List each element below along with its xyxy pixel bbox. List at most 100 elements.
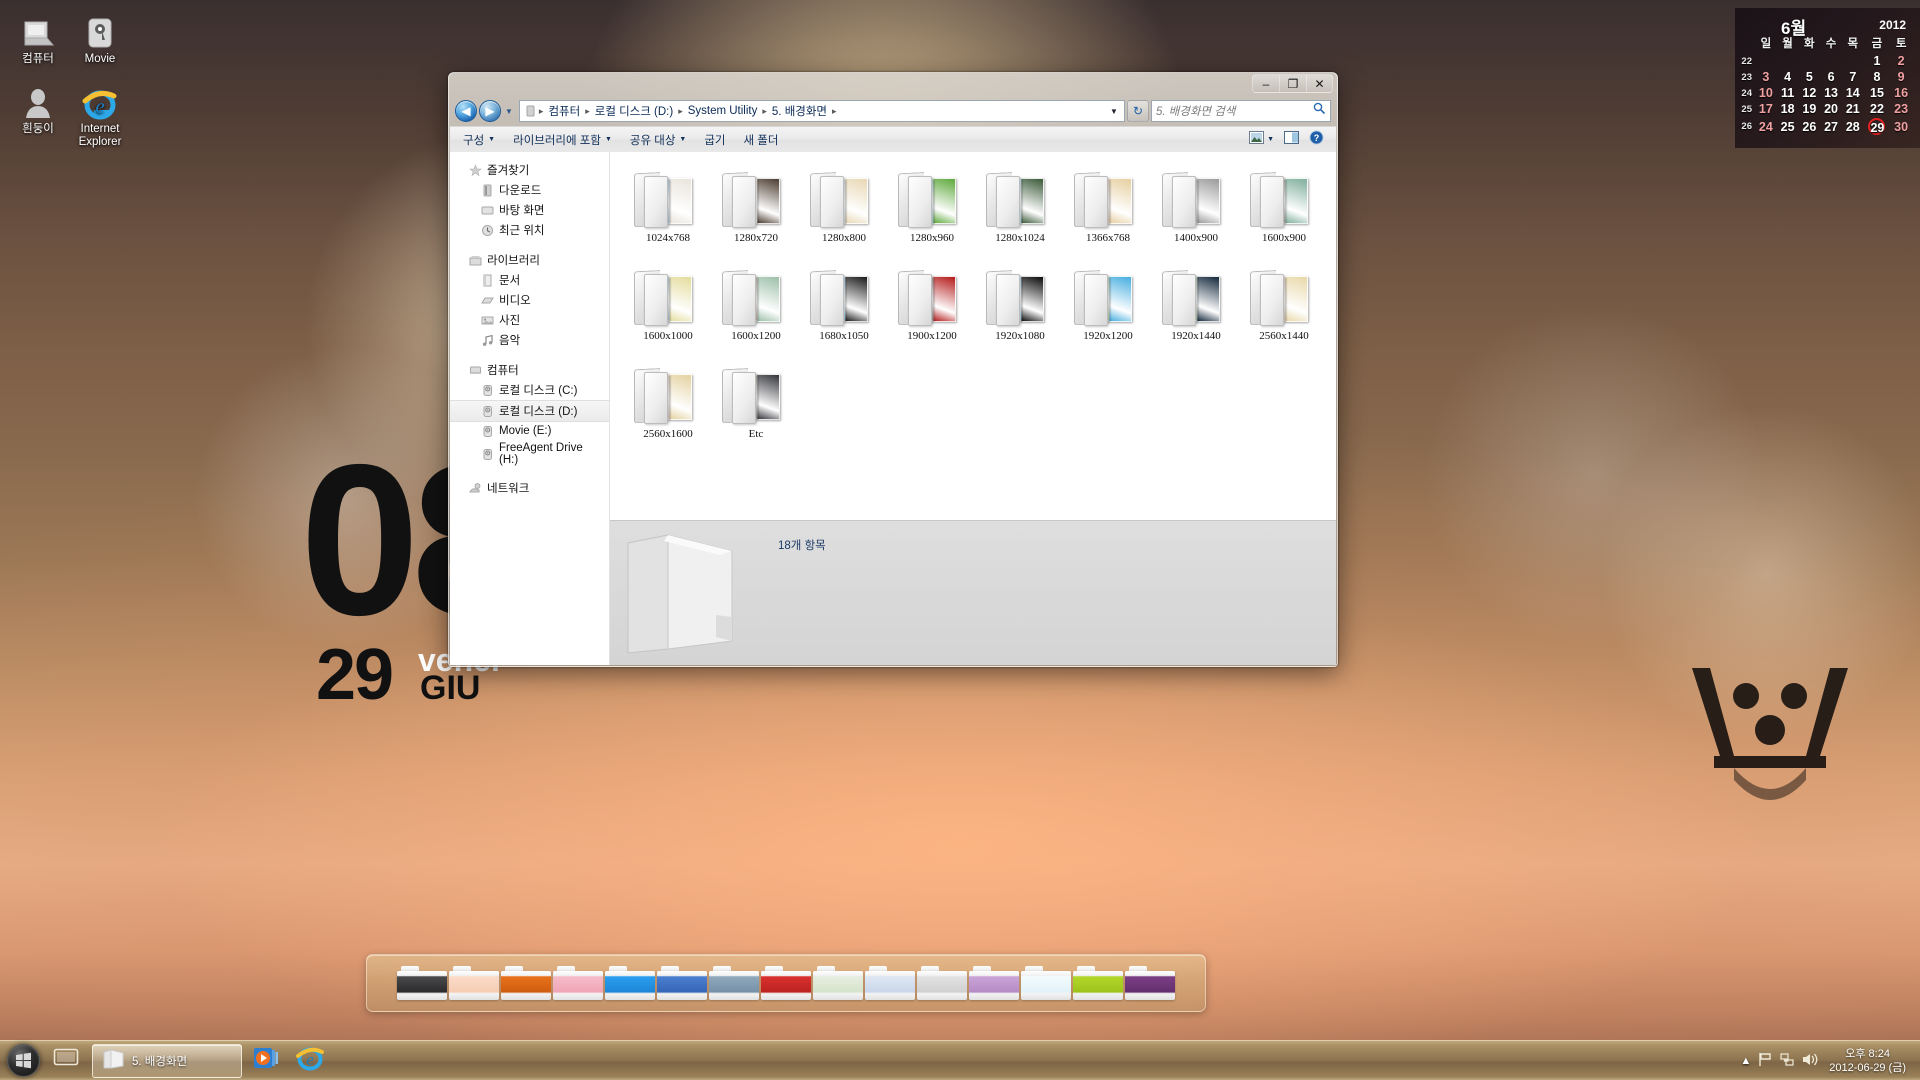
calendar-day-cell[interactable]	[1798, 53, 1820, 69]
explorer-window[interactable]: – ❐ ✕ ◀ ▶ ▼ ▸ 컴퓨터 ▸ 로컬 디스크 (D:) ▸ System…	[448, 72, 1338, 667]
dock-folder-icon[interactable]	[917, 966, 967, 1000]
file-item[interactable]: 1680x1050	[800, 262, 888, 358]
nav-group-header-라이브러리[interactable]: 라이브러리	[450, 250, 609, 270]
change-view-button[interactable]: ▼	[1245, 129, 1278, 151]
dock-folder-icon[interactable]	[1125, 966, 1175, 1000]
help-button[interactable]: ?	[1305, 128, 1328, 152]
breadcrumb-item[interactable]: 컴퓨터 ▸	[544, 102, 590, 120]
calendar-day-cell[interactable]: 28	[1842, 117, 1864, 136]
desktop-icon-movie[interactable]: Movie	[62, 8, 138, 66]
navigation-pane[interactable]: 즐겨찾기 다운로드 바탕 화면 최근 위치 라이브러리 문서 비디오 사진 음악 컴퓨터 로컬 디스…	[450, 152, 610, 665]
calendar-day-cell[interactable]: 16	[1890, 85, 1912, 101]
file-item[interactable]: 2560x1600	[624, 360, 712, 456]
close-button[interactable]: ✕	[1306, 74, 1333, 93]
dock-folder-icon[interactable]	[657, 966, 707, 1000]
calendar-day-cell[interactable]: 29	[1864, 117, 1891, 136]
nav-group-header-네트워크[interactable]: 네트워크	[450, 478, 609, 498]
start-button[interactable]	[0, 1042, 46, 1080]
calendar-day-cell[interactable]: 18	[1777, 101, 1799, 117]
file-item[interactable]: 1366x768	[1064, 164, 1152, 260]
toolbar-organize-button[interactable]: 구성 ▼	[454, 129, 504, 151]
file-item[interactable]: 1600x900	[1240, 164, 1328, 260]
taskbar-task-explorer[interactable]: 5. 배경화면	[92, 1043, 242, 1078]
file-item[interactable]: 1920x1080	[976, 262, 1064, 358]
file-item[interactable]: 1400x900	[1152, 164, 1240, 260]
toolbar-share-with-button[interactable]: 공유 대상 ▼	[621, 129, 695, 151]
calendar-day-cell[interactable]: 14	[1842, 85, 1864, 101]
file-item[interactable]: Etc	[712, 360, 800, 456]
file-item[interactable]: 1024x768	[624, 164, 712, 260]
volume-icon[interactable]	[1802, 1052, 1818, 1070]
calendar-day-cell[interactable]: 22	[1864, 101, 1891, 117]
address-bar[interactable]: ▸ 컴퓨터 ▸ 로컬 디스크 (D:) ▸ System Utility ▸ 5…	[518, 100, 1125, 122]
breadcrumb-item[interactable]: 5. 배경화면 ▸	[768, 102, 838, 120]
maximize-button[interactable]: ❐	[1279, 74, 1306, 93]
calendar-day-cell[interactable]	[1755, 53, 1777, 69]
network-icon[interactable]	[1780, 1052, 1795, 1070]
calendar-day-cell[interactable]: 1	[1864, 53, 1891, 69]
dock-folder-icon[interactable]	[501, 966, 551, 1000]
dock-folder-icon[interactable]	[969, 966, 1019, 1000]
show-hidden-icons-chevron-up-icon[interactable]: ▲	[1740, 1055, 1751, 1067]
nav-item-로컬 디스크 (C:)[interactable]: 로컬 디스크 (C:)	[450, 380, 609, 400]
calendar-day-cell[interactable]: 12	[1798, 85, 1820, 101]
recent-pages-chevron-down-icon[interactable]: ▼	[505, 107, 513, 116]
nav-group-header-즐겨찾기[interactable]: 즐겨찾기	[450, 160, 609, 180]
calendar-day-cell[interactable]: 11	[1777, 85, 1799, 101]
nav-item-Movie (E:)[interactable]: Movie (E:)	[450, 422, 609, 440]
content-pane[interactable]: 1024x768 1280x720 1280x800 1280x960 1280x102…	[610, 152, 1336, 665]
file-item[interactable]: 1920x1440	[1152, 262, 1240, 358]
file-item[interactable]: 1280x960	[888, 164, 976, 260]
calendar-day-cell[interactable]: 8	[1864, 69, 1891, 85]
calendar-day-cell[interactable]	[1820, 53, 1842, 69]
folder-dock[interactable]	[366, 954, 1206, 1012]
toolbar-burn-button[interactable]: 굽기	[695, 129, 734, 151]
nav-item-비디오[interactable]: 비디오	[450, 290, 609, 310]
nav-item-다운로드[interactable]: 다운로드	[450, 180, 609, 200]
nav-item-문서[interactable]: 문서	[450, 270, 609, 290]
breadcrumb-item[interactable]: 로컬 디스크 (D:) ▸	[591, 102, 684, 120]
taskbar-pin-internet-explorer[interactable]: e	[290, 1043, 330, 1079]
calendar-day-cell[interactable]: 23	[1890, 101, 1912, 117]
file-item[interactable]: 1280x720	[712, 164, 800, 260]
dock-folder-icon[interactable]	[813, 966, 863, 1000]
refresh-button[interactable]: ↻	[1127, 100, 1149, 122]
calendar-day-cell[interactable]: 27	[1820, 117, 1842, 136]
address-dropdown-chevron-down-icon[interactable]: ▼	[1106, 107, 1122, 116]
dock-folder-icon[interactable]	[865, 966, 915, 1000]
calendar-gadget[interactable]: 6월 2012 일 월 화 수 목 금 토 22 1 2 23 3 4 5 6 7 8 9 24 10 1…	[1735, 8, 1920, 148]
calendar-day-cell[interactable]: 7	[1842, 69, 1864, 85]
calendar-day-cell[interactable]: 17	[1755, 101, 1777, 117]
taskbar-pin-media-player[interactable]	[246, 1043, 286, 1079]
minimize-button[interactable]: –	[1252, 74, 1279, 93]
action-center-flag-icon[interactable]	[1758, 1052, 1773, 1070]
file-grid[interactable]: 1024x768 1280x720 1280x800 1280x960 1280x102…	[610, 152, 1336, 520]
nav-item-음악[interactable]: 음악	[450, 330, 609, 350]
title-bar[interactable]: – ❐ ✕	[448, 72, 1338, 100]
dock-folder-icon[interactable]	[709, 966, 759, 1000]
file-item[interactable]: 1600x1000	[624, 262, 712, 358]
calendar-day-cell[interactable]: 13	[1820, 85, 1842, 101]
calendar-day-cell[interactable]: 10	[1755, 85, 1777, 101]
file-item[interactable]: 1900x1200	[888, 262, 976, 358]
calendar-day-cell[interactable]	[1842, 53, 1864, 69]
nav-item-FreeAgent Drive (H:)[interactable]: FreeAgent Drive (H:)	[450, 440, 609, 468]
calendar-day-cell[interactable]: 21	[1842, 101, 1864, 117]
nav-item-바탕 화면[interactable]: 바탕 화면	[450, 200, 609, 220]
show-desktop-button[interactable]	[46, 1043, 86, 1079]
calendar-day-cell[interactable]: 3	[1755, 69, 1777, 85]
toolbar-new-folder-button[interactable]: 새 폴더	[735, 129, 788, 151]
nav-item-최근 위치[interactable]: 최근 위치	[450, 220, 609, 240]
dock-folder-icon[interactable]	[397, 966, 447, 1000]
forward-button[interactable]: ▶	[479, 100, 501, 122]
file-item[interactable]: 1920x1200	[1064, 262, 1152, 358]
file-item[interactable]: 1280x1024	[976, 164, 1064, 260]
breadcrumb-item[interactable]: System Utility ▸	[684, 104, 768, 118]
dock-folder-icon[interactable]	[553, 966, 603, 1000]
file-item[interactable]: 2560x1440	[1240, 262, 1328, 358]
calendar-day-cell[interactable]: 26	[1798, 117, 1820, 136]
calendar-day-cell[interactable]: 2	[1890, 53, 1912, 69]
file-item[interactable]: 1280x800	[800, 164, 888, 260]
clock[interactable]: 오후 8:24 2012-06-29 (금)	[1825, 1047, 1910, 1075]
dock-folder-icon[interactable]	[1021, 966, 1071, 1000]
